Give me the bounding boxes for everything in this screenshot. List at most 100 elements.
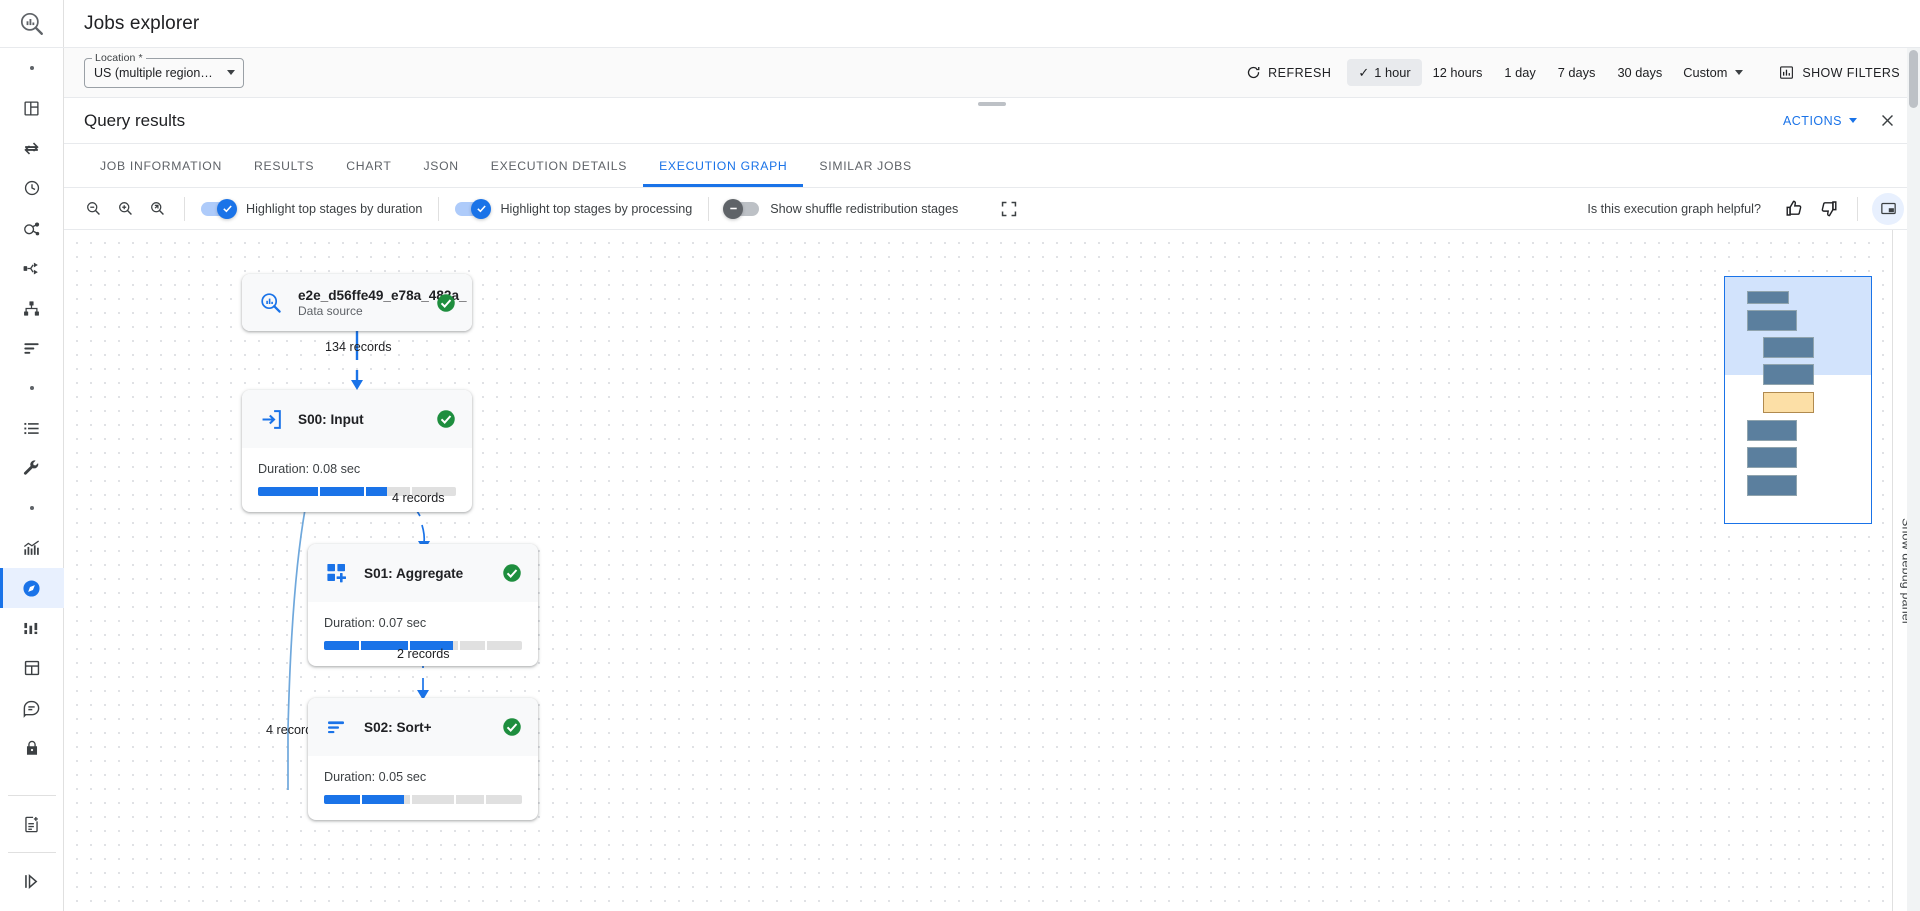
actions-button[interactable]: ACTIONS bbox=[1783, 114, 1857, 128]
tab-execution-graph[interactable]: EXECUTION GRAPH bbox=[643, 144, 803, 187]
node-title: e2e_d56ffe49_e78a_482a_ bbox=[298, 288, 422, 303]
edge-label-2-records: 2 records bbox=[397, 647, 450, 661]
rail-item-pipelines[interactable] bbox=[0, 248, 64, 288]
node-title: S02: Sort+ bbox=[364, 720, 432, 735]
rail-divider-2 bbox=[8, 852, 56, 853]
page-scrollbar-thumb[interactable] bbox=[1909, 50, 1918, 108]
toggle-shuffle-redistribution-label: Show shuffle redistribution stages bbox=[770, 202, 958, 216]
tab-json-label: JSON bbox=[423, 159, 458, 173]
close-panel-button[interactable] bbox=[1875, 108, 1900, 133]
toggle-highlight-duration[interactable]: Highlight top stages by duration bbox=[185, 202, 438, 216]
tab-execution-graph-label: EXECUTION GRAPH bbox=[659, 159, 787, 173]
check-icon bbox=[222, 203, 233, 214]
rail-item-transfers[interactable] bbox=[0, 128, 64, 168]
bigquery-logo-icon[interactable] bbox=[0, 0, 64, 48]
sort-icon bbox=[324, 714, 350, 740]
range-30-days[interactable]: 30 days bbox=[1606, 59, 1673, 86]
debug-panel-button[interactable] bbox=[1872, 193, 1904, 225]
main-column: Jobs explorer Location * US (multiple re… bbox=[64, 0, 1920, 911]
zoom-controls bbox=[80, 196, 184, 222]
fullscreen-icon bbox=[1000, 200, 1018, 218]
graph-minimap[interactable] bbox=[1724, 276, 1872, 524]
rail-item-dot-2 bbox=[0, 368, 64, 408]
minimap-node-highlighted bbox=[1763, 392, 1814, 413]
toggle-knob bbox=[723, 199, 743, 219]
bar-segment bbox=[456, 795, 484, 804]
transfer-arrows-icon bbox=[22, 139, 41, 158]
refresh-button[interactable]: REFRESH bbox=[1236, 59, 1341, 86]
graph-node-datasource[interactable]: e2e_d56ffe49_e78a_482a_ Data source bbox=[242, 274, 472, 331]
rail-item-monitoring[interactable] bbox=[0, 528, 64, 568]
range-custom[interactable]: Custom bbox=[1673, 59, 1753, 86]
chevron-down-icon bbox=[227, 70, 235, 75]
toggle-switch[interactable] bbox=[725, 202, 759, 216]
jobs-explorer-app: Jobs explorer Location * US (multiple re… bbox=[0, 0, 1920, 911]
query-results-panel: Query results ACTIONS JOB INFOR bbox=[64, 98, 1920, 911]
location-value: US (multiple regions in Un… bbox=[94, 66, 219, 80]
toggle-highlight-processing[interactable]: Highlight top stages by processing bbox=[439, 202, 708, 216]
range-7-days[interactable]: 7 days bbox=[1547, 59, 1607, 86]
range-1-day[interactable]: 1 day bbox=[1493, 59, 1546, 86]
toggle-switch[interactable] bbox=[201, 202, 235, 216]
rail-item-reservations[interactable] bbox=[0, 648, 64, 688]
tab-job-information[interactable]: JOB INFORMATION bbox=[84, 144, 238, 187]
rail-items bbox=[0, 48, 64, 768]
zoom-out-button[interactable] bbox=[80, 196, 106, 222]
rail-item-capacity[interactable] bbox=[0, 608, 64, 648]
rail-item-analytics-hub[interactable] bbox=[0, 208, 64, 248]
document-add-icon bbox=[22, 815, 41, 834]
fullscreen-button[interactable] bbox=[996, 196, 1022, 222]
node-header: S00: Input bbox=[242, 390, 472, 448]
rail-item-policy-tags[interactable] bbox=[0, 728, 64, 768]
rail-item-admin[interactable] bbox=[0, 448, 64, 488]
panel-drag-handle[interactable] bbox=[978, 102, 1006, 106]
rail-item-studio[interactable] bbox=[0, 88, 64, 128]
zoom-fit-button[interactable] bbox=[112, 196, 138, 222]
location-select[interactable]: Location * US (multiple regions in Un… bbox=[84, 58, 244, 88]
thumb-down-button[interactable] bbox=[1813, 194, 1843, 224]
zoom-in-button[interactable] bbox=[144, 196, 170, 222]
tab-results[interactable]: RESULTS bbox=[238, 144, 330, 187]
graph-node-s02[interactable]: S02: Sort+ Duration: 0.05 sec bbox=[308, 698, 538, 820]
check-circle-icon bbox=[502, 563, 522, 583]
rail-item-dot-1 bbox=[0, 48, 64, 88]
rail-item-data-catalog[interactable] bbox=[0, 408, 64, 448]
node-duration: Duration: 0.07 sec bbox=[324, 616, 522, 630]
tab-chart[interactable]: CHART bbox=[330, 144, 407, 187]
range-12-hours[interactable]: 12 hours bbox=[1422, 59, 1494, 86]
check-circle-icon bbox=[502, 717, 522, 737]
hub-share-icon bbox=[22, 219, 41, 238]
zoom-in-icon bbox=[149, 200, 166, 217]
bar-segment bbox=[362, 795, 411, 804]
show-filters-button[interactable]: SHOW FILTERS bbox=[1779, 65, 1900, 80]
range-1-day-label: 1 day bbox=[1504, 65, 1535, 80]
bar-segment bbox=[412, 795, 454, 804]
rail-item-scheduled-queries[interactable] bbox=[0, 168, 64, 208]
minimap-node bbox=[1747, 420, 1797, 441]
left-nav-rail bbox=[0, 0, 64, 911]
thumb-up-button[interactable] bbox=[1779, 194, 1809, 224]
rail-item-disposition[interactable] bbox=[0, 688, 64, 728]
toggle-shuffle-redistribution[interactable]: Show shuffle redistribution stages bbox=[709, 202, 974, 216]
range-1-hour[interactable]: ✓ 1 hour bbox=[1347, 59, 1421, 86]
minimap-node bbox=[1763, 337, 1814, 358]
rail-item-dataform[interactable] bbox=[0, 288, 64, 328]
panel-layout-icon bbox=[23, 100, 40, 117]
check-circle-icon bbox=[436, 293, 456, 313]
rail-item-jobs-explorer[interactable] bbox=[0, 568, 64, 608]
range-30-days-label: 30 days bbox=[1617, 65, 1662, 80]
tab-json[interactable]: JSON bbox=[407, 144, 474, 187]
page-scrollbar[interactable] bbox=[1907, 48, 1920, 911]
dot-icon bbox=[30, 66, 34, 70]
rail-item-bi-engine[interactable] bbox=[0, 328, 64, 368]
rail-item-release-notes[interactable] bbox=[0, 804, 64, 844]
tab-execution-details[interactable]: EXECUTION DETAILS bbox=[475, 144, 643, 187]
node-titles: S02: Sort+ bbox=[364, 720, 432, 735]
execution-graph-canvas[interactable]: e2e_d56ffe49_e78a_482a_ Data source 134 … bbox=[64, 230, 1920, 911]
tab-similar-jobs[interactable]: SIMILAR JOBS bbox=[803, 144, 927, 187]
filter-chart-icon bbox=[1779, 65, 1794, 80]
rail-item-expand[interactable] bbox=[0, 861, 64, 901]
toggle-switch[interactable] bbox=[455, 202, 489, 216]
node-title: S00: Input bbox=[298, 412, 364, 427]
tab-results-label: RESULTS bbox=[254, 159, 314, 173]
